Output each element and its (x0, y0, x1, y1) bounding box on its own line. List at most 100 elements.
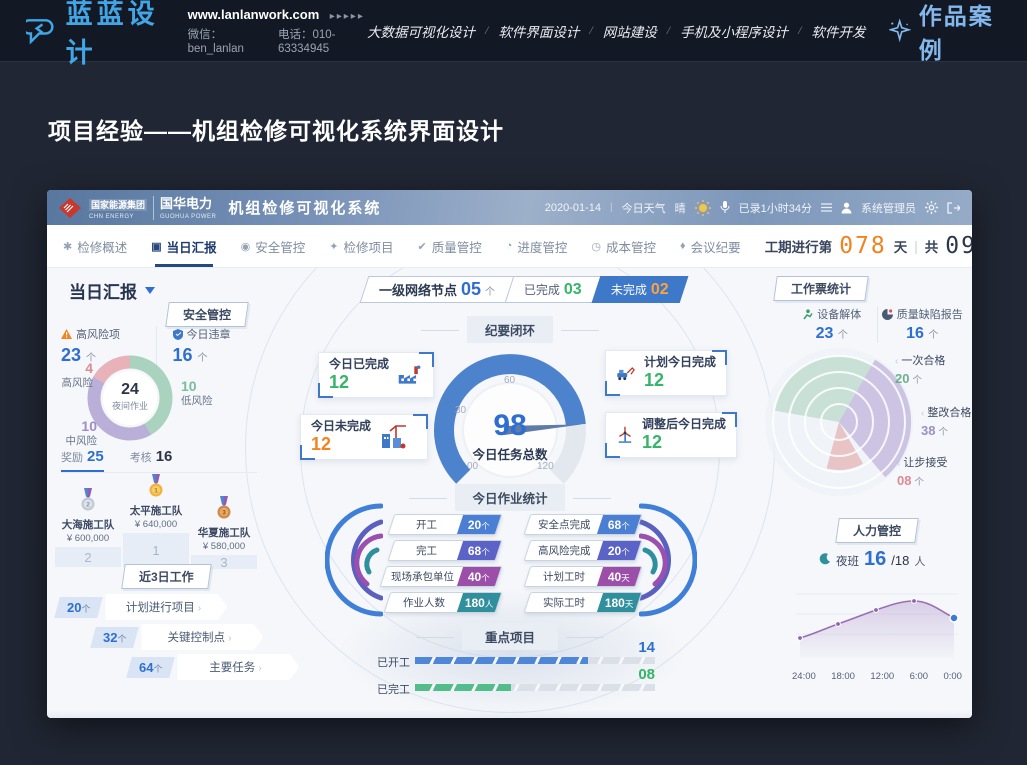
list-icon[interactable] (821, 203, 832, 212)
site-url[interactable]: www.lanlanwork.com (188, 7, 320, 22)
schedule-total-days: 090 (945, 233, 972, 259)
network-node-pill: 一级网络节点 05 个 (360, 276, 515, 303)
worker-icon (802, 309, 813, 320)
team-name: 太平施工队 (123, 503, 189, 518)
svg-text:120: 120 (537, 461, 554, 472)
tab-minutes[interactable]: ♦ 会议纪要 (680, 225, 741, 267)
chevron-right-icon: › (258, 663, 261, 674)
lanlan-logo-icon (26, 16, 56, 46)
tab-daily-report[interactable]: ▣ 当日汇报 (151, 225, 216, 267)
work-stat-finished: 完工 68个 (388, 540, 503, 561)
podium-step: 1 (123, 533, 189, 567)
logout-icon[interactable] (947, 202, 960, 214)
divider: | (914, 239, 918, 254)
nav-item-website[interactable]: 网站建设 (603, 21, 657, 41)
tab-label: 检修概述 (77, 237, 127, 256)
schedule-unit: 天 (894, 236, 908, 256)
nav-item-mobile[interactable]: 手机及小程序设计 (680, 21, 788, 41)
page-title: 项目经验——机组检修可视化系统界面设计 (48, 112, 504, 146)
gear-icon[interactable] (925, 201, 938, 214)
company1-cn: 国家能源集团 (89, 199, 147, 211)
cost-icon: ◷ (591, 240, 601, 253)
reward-assess-row: 奖励25 考核16 (61, 448, 257, 473)
minutes-loop-label: 纪要闭环 (467, 316, 553, 343)
tab-quality[interactable]: ✔ 质量管控 (418, 225, 482, 267)
card-adjusted-today: 调整后今日完成 12 (605, 412, 737, 458)
manpower-tag: 人力管控 (835, 518, 919, 543)
card-uncompleted-today: 今日未完成 12 (300, 414, 428, 460)
work-stats-title: 今日作业统计 (455, 484, 565, 511)
card-completed-today: 今日已完成 12 (318, 352, 434, 398)
assess-toggle[interactable]: 考核16 (130, 448, 173, 465)
recent-count: 64个 (126, 657, 175, 678)
tab-label: 检修项目 (344, 237, 394, 256)
tab-safety[interactable]: ◉ 安全管控 (241, 225, 306, 267)
gauge-center: 98 今日任务总数 (450, 410, 570, 463)
work-stat-workers: 作业人数 180人 (384, 592, 503, 613)
app-title: 机组检修可视化系统 (228, 197, 381, 218)
stat-value: 16 (173, 345, 193, 365)
donut-center-label: 夜间作业 (85, 399, 175, 412)
weather-label: 今日天气 (622, 200, 666, 216)
divider: | (610, 202, 613, 213)
company-guohua-power: 国华电力 GUOHUA POWER (153, 196, 216, 220)
team-name: 华夏施工队 (191, 525, 257, 540)
recent-row-key-points[interactable]: 32个 关键控制点 › (93, 624, 263, 650)
nav-separator: / (798, 23, 801, 38)
current-date: 2020-01-14 (545, 202, 601, 214)
key-started-bar (415, 657, 655, 664)
nav-item-dev[interactable]: 软件开发 (811, 21, 865, 41)
company1-en: CHN ENERGY (89, 214, 147, 220)
svg-text:3: 3 (222, 510, 226, 517)
recent-count: 32个 (90, 627, 139, 648)
work-stat-high-risk-done: 高风险完成 20个 (524, 540, 643, 561)
dashboard-screenshot: 国家能源集团 CHN ENERGY 国华电力 GUOHUA POWER 机组检修… (47, 190, 972, 718)
donut-center-value: 24 (85, 381, 175, 399)
company2-cn: 国华电力 (160, 196, 212, 211)
recent-row-main-tasks[interactable]: 64个 主要任务 › (129, 654, 299, 680)
chart-x-axis: 24:00 18:00 12:00 6:00 0:00 (792, 671, 962, 682)
portfolio-label: 作品案例 (919, 0, 1001, 65)
panel-title-daily-report[interactable]: 当日汇报 (69, 278, 155, 303)
donut-label-low-risk: 10 低风险 (181, 378, 213, 407)
microphone-icon[interactable] (720, 201, 730, 214)
nav-separator: / (485, 23, 488, 38)
bronze-medal-icon: 3 (216, 496, 232, 520)
warning-icon (61, 329, 72, 339)
site-header: 蓝蓝设计 www.lanlanwork.com ▸▸▸▸▸ 微信：ben_lan… (0, 0, 1027, 62)
username[interactable]: 系统管理员 (861, 200, 916, 216)
work-ticket-tag: 工作票统计 (773, 276, 869, 301)
podium-rank2: 2 大海施工队 ¥ 600,000 2 (55, 488, 121, 567)
portfolio-link[interactable]: 作品案例 (889, 0, 1001, 65)
defect-pie-icon (882, 309, 893, 320)
silver-medal-icon: 2 (80, 488, 96, 512)
crane-building-icon (379, 424, 409, 450)
chevron-left-icon: ‹ (895, 356, 898, 367)
recent-row-planned[interactable]: 20个 计划进行项目 › (57, 594, 227, 620)
nav-item-software-ui[interactable]: 软件界面设计 (498, 21, 579, 41)
minutes-icon: ♦ (680, 240, 686, 252)
nav-item-bigdata[interactable]: 大数据可视化设计 (367, 21, 475, 41)
uncompleted-pill: 未完成 02 (591, 276, 688, 303)
progress-icon: ◔ (506, 240, 513, 252)
gauge-label: 今日任务总数 (450, 444, 570, 463)
tab-progress[interactable]: ◔ 进度管控 (506, 225, 568, 267)
network-node-pills: 一级网络节点 05 个 已完成 03 未完成 02 (365, 276, 684, 303)
tab-label: 进度管控 (517, 237, 567, 256)
donut-label-mid-risk: 10 中风险 (63, 418, 97, 447)
tab-overview[interactable]: ✱ 检修概述 (63, 225, 127, 267)
moon-icon (819, 553, 831, 565)
current-point (950, 614, 958, 622)
sparkle-star-icon (889, 18, 910, 44)
key-started-label: 已开工 (377, 654, 410, 670)
stat-label: 今日违章 (187, 326, 231, 342)
svg-text:00: 00 (467, 461, 479, 472)
tab-cost[interactable]: ◷ 成本管控 (591, 225, 656, 267)
card-planned-today: 计划今日完成 12 (605, 350, 727, 396)
tab-projects[interactable]: ✦ 检修项目 (329, 225, 393, 267)
factory-icon (397, 363, 423, 387)
site-logo-text: 蓝蓝设计 (66, 0, 168, 70)
site-logo[interactable]: 蓝蓝设计 (26, 0, 168, 70)
reward-toggle[interactable]: 奖励25 (61, 448, 104, 472)
chn-energy-logo-icon (59, 198, 81, 218)
